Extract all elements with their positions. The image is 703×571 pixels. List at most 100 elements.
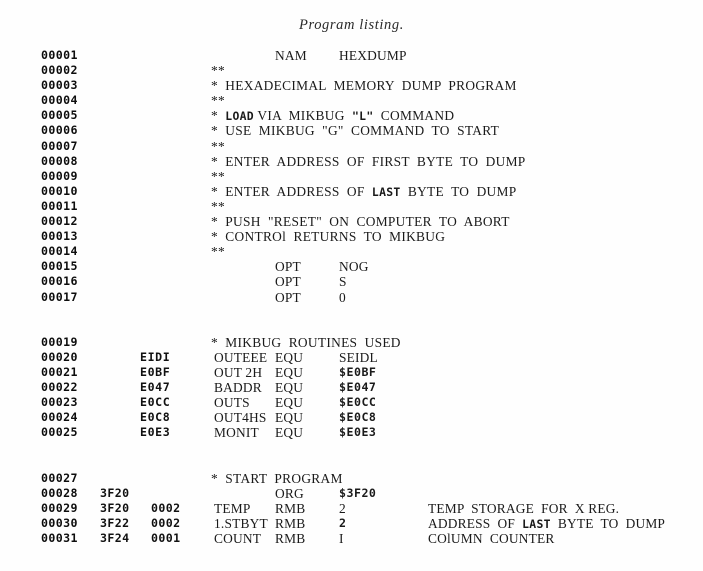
line-number: 00017 (41, 289, 78, 304)
assembly-listing: 00001 NAM HEXDUMP 00002 ** 00003 * HEXADECIMAL… (0, 48, 703, 546)
line-number: 00006 (41, 123, 78, 138)
operand-column: $E0C8 (339, 410, 377, 425)
operand-column: $3F20 (339, 485, 377, 500)
listing-row: 00028 3F20 ORG $3F20 (0, 486, 703, 501)
listing-row: 00031 3F24 0001 COUNT RMB I COlUMN COUNTER (0, 531, 703, 546)
opcode-column: EQU (275, 395, 304, 411)
listing-blank-line (0, 456, 703, 471)
comment-column: COlUMN COUNTER (428, 531, 555, 546)
line-number: 00012 (41, 214, 78, 229)
operand-column: $E0BF (339, 364, 377, 379)
comment-token: VIA MIKBUG (253, 108, 353, 124)
listing-row: 00015 OPT NOG (0, 259, 703, 274)
label-column: 1.STBYT (214, 515, 268, 531)
label-column: OUTS (214, 395, 250, 411)
line-number: 00023 (41, 395, 78, 410)
listing-row: 00021 E0BF OUT 2H EQU $E0BF (0, 365, 703, 380)
comment-line: * CONTROl RETURNS TO MIKBUG (211, 229, 446, 245)
comment-token: ENTER ADDRESS OF (218, 183, 372, 199)
emphasized-token: LAST (371, 184, 401, 199)
listing-blank-line (0, 440, 703, 455)
line-number: 00028 (41, 485, 78, 500)
operand-column: NOG (339, 259, 369, 275)
object-code-column: 0002 (151, 515, 181, 530)
line-number: 00029 (41, 500, 78, 515)
listing-row: 00008 * ENTER ADDRESS OF FIRST BYTE TO DU… (0, 154, 703, 169)
comment-line: ** (211, 93, 225, 109)
label-column: COUNT (214, 531, 262, 546)
line-number: 00027 (41, 470, 78, 485)
comment-token: BYTE TO DUMP (550, 515, 666, 531)
comment-line: ** (211, 168, 225, 184)
line-number: 00009 (41, 168, 78, 183)
comment-line: * START PROGRAM (211, 470, 343, 486)
opcode-column: RMB (275, 500, 306, 516)
address-column: 3F20 (100, 500, 130, 515)
listing-row: 00019 * MIKBUG ROUTINES USED (0, 335, 703, 350)
comment-line: * ENTER ADDRESS OF FIRST BYTE TO DUMP (211, 153, 526, 169)
address-column: 3F24 (100, 531, 130, 545)
line-number: 00016 (41, 274, 78, 289)
line-number: 00030 (41, 515, 78, 530)
object-code-column: 0001 (151, 531, 181, 545)
listing-blank-line (0, 305, 703, 320)
listing-row: 00002 ** (0, 63, 703, 78)
operand-column: I (339, 531, 344, 546)
line-number: 00001 (41, 48, 78, 62)
emphasized-token: LAST (522, 516, 551, 531)
object-code-column: 0002 (151, 500, 181, 515)
line-number: 00003 (41, 78, 78, 93)
comment-line: * LOAD VIA MIKBUG "L" COMMAND (211, 108, 454, 124)
comment-token: * (211, 108, 218, 124)
operand-column: HEXDUMP (339, 48, 407, 63)
line-number: 00007 (41, 138, 78, 153)
opcode-column: RMB (275, 531, 306, 546)
line-number: 00021 (41, 364, 78, 379)
comment-line: * MIKBUG ROUTINES USED (211, 334, 401, 350)
listing-row: 00009 ** (0, 169, 703, 184)
equate-value-column: EIDI (140, 349, 171, 364)
line-number: 00010 (41, 183, 78, 198)
program-listing-page: Program listing. 00001 NAM HEXDUMP 00002 ** 0… (0, 0, 703, 571)
comment-token: BYTE TO DUMP (400, 183, 517, 199)
listing-row: 00011 ** (0, 199, 703, 214)
listing-row: 00016 OPT S (0, 274, 703, 289)
line-number: 00025 (41, 425, 78, 440)
operand-column: S (339, 274, 347, 290)
line-number: 00019 (41, 334, 78, 349)
opcode-column: EQU (275, 410, 304, 426)
comment-token: ADDRESS OF (428, 515, 523, 531)
line-number: 00031 (41, 531, 78, 545)
listing-row: 00003 * HEXADECIMAL MEMORY DUMP PROGRAM (0, 78, 703, 93)
comment-line: ** (211, 138, 225, 154)
listing-row: 00010 * ENTER ADDRESS OF LAST BYTE TO DUM… (0, 184, 703, 199)
comment-line: ** (211, 63, 225, 79)
listing-row: 00020 EIDI OUTEEE EQU SEIDL (0, 350, 703, 365)
listing-blank-line (0, 320, 703, 335)
comment-column: ADDRESS OF LAST BYTE TO DUMP (428, 516, 665, 532)
listing-row: 00012 * PUSH "RESET" ON COMPUTER TO ABORT (0, 214, 703, 229)
listing-row: 00022 E047 BADDR EQU $E047 (0, 380, 703, 395)
line-number: 00004 (41, 93, 78, 108)
operand-column: $E0E3 (339, 425, 377, 440)
comment-line: * ENTER ADDRESS OF LAST BYTE TO DUMP (211, 184, 516, 200)
opcode-column: NAM (275, 48, 307, 63)
listing-row: 00025 E0E3 MONIT EQU $E0E3 (0, 425, 703, 440)
line-number: 00022 (41, 380, 78, 395)
opcode-column: OPT (275, 289, 301, 305)
equate-value-column: E047 (140, 380, 171, 395)
listing-row: 00024 E0C8 OUT4HS EQU $E0C8 (0, 410, 703, 425)
address-column: 3F22 (100, 515, 130, 530)
comment-token: COMMAND (373, 108, 455, 124)
opcode-column: EQU (275, 349, 304, 365)
listing-row: 00017 OPT 0 (0, 290, 703, 305)
line-number: 00014 (41, 244, 78, 259)
comment-line: ** (211, 198, 225, 214)
label-column: MONIT (214, 425, 259, 441)
label-column: OUT4HS (214, 410, 267, 426)
emphasized-token: LOAD (225, 109, 254, 124)
opcode-column: RMB (275, 515, 306, 531)
equate-value-column: E0CC (140, 395, 171, 410)
line-number: 00024 (41, 410, 78, 425)
comment-column: TEMP STORAGE FOR X REG. (428, 500, 620, 516)
